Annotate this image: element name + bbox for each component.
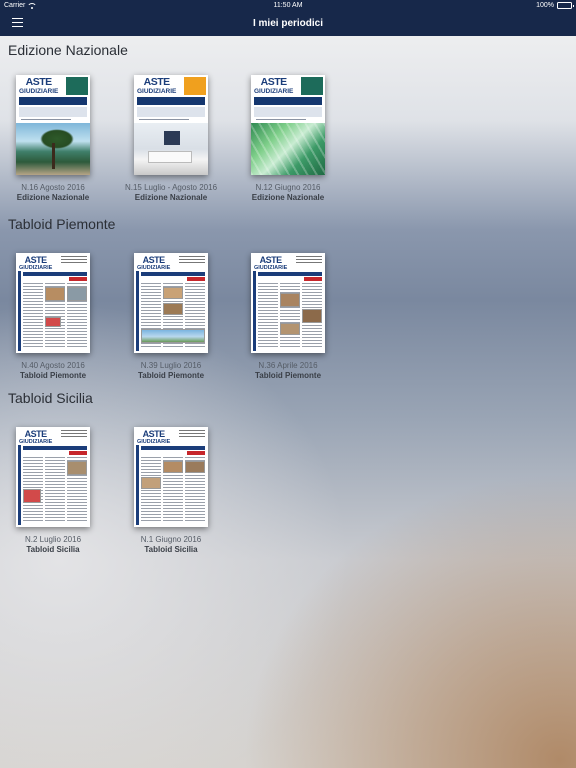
issue-cover[interactable]: ASTE GIUDIZIARIE — [251, 253, 325, 353]
section-title-tabloid-piemonte: Tabloid Piemonte — [8, 216, 116, 232]
issue-card[interactable]: ASTE GIUDIZIARIE N.39 Luglio 2016 Tabloid… — [116, 253, 226, 381]
issue-cover[interactable]: ASTE GIUDIZIARIE — [16, 75, 90, 175]
issue-edition: Tabloid Sicilia — [144, 545, 198, 554]
issue-number: N.40 Agosto 2016 — [21, 361, 85, 370]
status-bar: Carrier 11:50 AM 100% — [0, 0, 576, 12]
cover-logo: ASTE GIUDIZIARIE — [254, 255, 288, 272]
issue-edition: Tabloid Piemonte — [137, 371, 205, 380]
issue-cover[interactable]: ASTE GIUDIZIARIE — [134, 75, 208, 175]
issue-card[interactable]: ASTE GIUDIZIARIE N.40 Agosto 2016 Tabloid… — [0, 253, 108, 381]
issue-cover[interactable]: ASTE GIUDIZIARIE — [16, 253, 90, 353]
issue-number: N.15 Luglio - Agosto 2016 — [124, 183, 218, 192]
issue-card[interactable]: ASTE GIUDIZIARIE N.36 Aprile 2016 Tabloid… — [233, 253, 343, 381]
cover-photo-seaside — [16, 123, 90, 175]
issue-cover[interactable]: ASTE GIUDIZIARIE — [16, 427, 90, 527]
issue-edition: Edizione Nazionale — [16, 193, 90, 202]
battery-percent: 100% — [536, 2, 554, 9]
issue-card[interactable]: ASTE GIUDIZIARIE N.15 Luglio - Agosto 201… — [116, 75, 226, 203]
status-time: 11:50 AM — [273, 2, 303, 9]
issue-number: N.36 Aprile 2016 — [258, 361, 318, 370]
section-title-edizione-nazionale: Edizione Nazionale — [8, 42, 128, 58]
cover-logo: ASTE GIUDIZIARIE — [137, 429, 171, 446]
cover-photo-building — [251, 123, 325, 175]
issue-number: N.1 Giugno 2016 — [140, 535, 202, 544]
issue-edition: Edizione Nazionale — [251, 193, 325, 202]
issue-number: N.12 Giugno 2016 — [255, 183, 321, 192]
cover-logo: ASTE GIUDIZIARIE — [137, 255, 171, 272]
issue-card[interactable]: ASTE GIUDIZIARIE N.1 Giugno 2016 Tabloid … — [116, 427, 226, 555]
issue-cover[interactable]: ASTE GIUDIZIARIE — [134, 253, 208, 353]
issue-cover[interactable]: ASTE GIUDIZIARIE — [134, 427, 208, 527]
cover-logo: ASTE GIUDIZIARIE — [19, 255, 53, 272]
section-title-tabloid-sicilia: Tabloid Sicilia — [8, 390, 93, 406]
issue-number: N.16 Agosto 2016 — [21, 183, 85, 192]
cover-logo: ASTE GIUDIZIARIE — [254, 76, 294, 95]
issue-edition: Tabloid Piemonte — [254, 371, 322, 380]
cover-logo: ASTE GIUDIZIARIE — [19, 76, 59, 95]
navigation-bar: I miei periodici — [0, 12, 576, 36]
cover-photo-interior — [134, 123, 208, 175]
issue-edition: Edizione Nazionale — [134, 193, 208, 202]
issue-number: N.2 Luglio 2016 — [24, 535, 82, 544]
cover-logo: ASTE GIUDIZIARIE — [137, 76, 177, 95]
issue-cover[interactable]: ASTE GIUDIZIARIE — [251, 75, 325, 175]
issue-card[interactable]: ASTE GIUDIZIARIE N.16 Agosto 2016 Edizion… — [0, 75, 108, 203]
issue-card[interactable]: ASTE GIUDIZIARIE N.2 Luglio 2016 Tabloid … — [0, 427, 108, 555]
battery-icon — [557, 2, 574, 9]
issue-card[interactable]: ASTE GIUDIZIARIE N.12 Giugno 2016 Edizion… — [233, 75, 343, 203]
issue-number: N.39 Luglio 2016 — [140, 361, 202, 370]
cover-logo: ASTE GIUDIZIARIE — [19, 429, 53, 446]
issue-edition: Tabloid Piemonte — [19, 371, 87, 380]
page-title: I miei periodici — [252, 18, 324, 29]
battery-indicator: 100% — [536, 2, 574, 9]
issue-edition: Tabloid Sicilia — [26, 545, 80, 554]
